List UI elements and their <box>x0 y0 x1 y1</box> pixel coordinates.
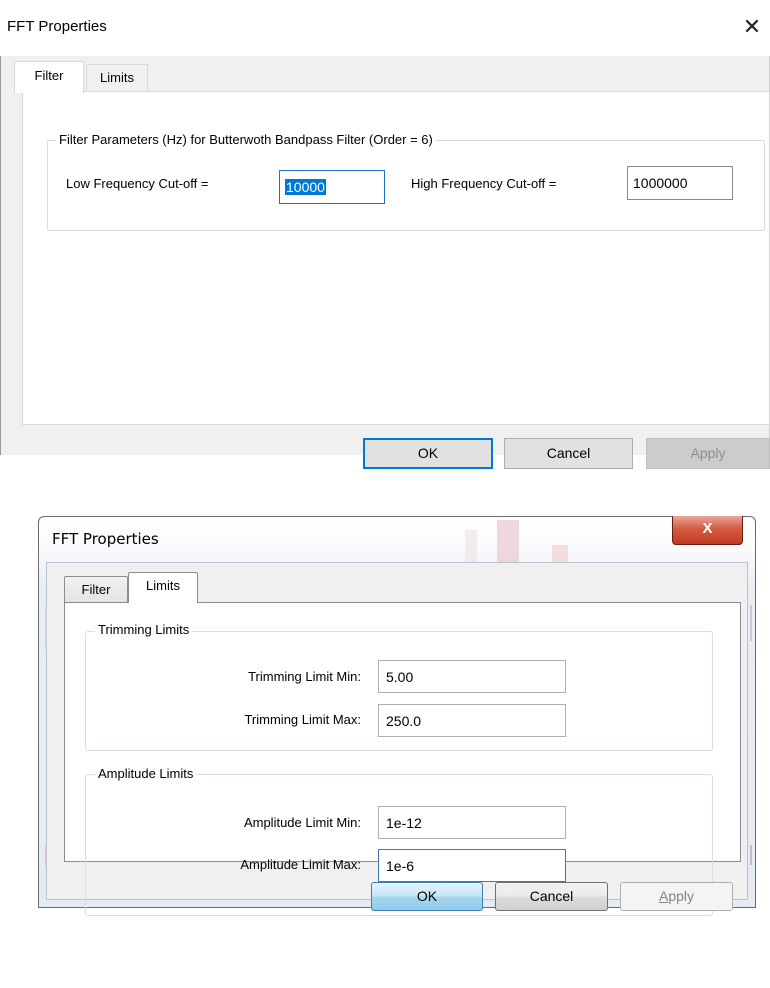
close-icon[interactable]: ✕ <box>737 12 767 42</box>
tab-filter[interactable]: Filter <box>64 576 128 602</box>
dialog-title: FFT Properties <box>52 530 159 548</box>
high-cutoff-label: High Frequency Cut-off = <box>411 176 557 191</box>
trimming-min-input[interactable]: 5.00 <box>378 660 566 693</box>
group-label: Filter Parameters (Hz) for Butterwoth Ba… <box>56 132 436 147</box>
trimming-max-label: Trimming Limit Max: <box>244 712 361 727</box>
frame-edge <box>750 845 752 865</box>
tab-filter[interactable]: Filter <box>14 61 84 93</box>
trimming-max-value: 250.0 <box>386 713 422 729</box>
low-cutoff-label: Low Frequency Cut-off = <box>66 176 209 191</box>
group-label: Amplitude Limits <box>95 766 197 781</box>
apply-mnemonic: A <box>658 888 669 904</box>
amplitude-min-value: 1e-12 <box>386 815 422 831</box>
high-cutoff-input[interactable]: 1000000 <box>627 166 733 200</box>
apply-label-rest: pply <box>668 888 695 904</box>
title-bar <box>0 0 770 56</box>
low-cutoff-value: 10000 <box>285 179 326 195</box>
trimming-min-label: Trimming Limit Min: <box>248 669 361 684</box>
tab-limits[interactable]: Limits <box>128 572 198 603</box>
frame-edge <box>750 605 752 641</box>
ok-button[interactable]: OK <box>363 438 493 469</box>
amplitude-max-input[interactable]: 1e-6 <box>378 849 566 882</box>
cancel-button[interactable]: Cancel <box>495 882 608 911</box>
background-blur <box>497 520 519 568</box>
frame-edge <box>45 606 47 650</box>
amplitude-max-label: Amplitude Limit Max: <box>240 857 361 872</box>
low-cutoff-input[interactable]: 10000 <box>279 170 385 204</box>
trimming-max-input[interactable]: 250.0 <box>378 704 566 737</box>
apply-button[interactable]: Apply <box>620 882 733 911</box>
amplitude-min-label: Amplitude Limit Min: <box>243 815 361 830</box>
high-cutoff-value: 1000000 <box>633 175 688 191</box>
amplitude-min-input[interactable]: 1e-12 <box>378 806 566 839</box>
cancel-button[interactable]: Cancel <box>504 438 633 469</box>
dialog-title: FFT Properties <box>7 18 107 35</box>
frame-edge <box>45 846 47 866</box>
amplitude-max-value: 1e-6 <box>386 858 415 874</box>
trimming-min-value: 5.00 <box>386 669 414 685</box>
group-label: Trimming Limits <box>95 622 193 637</box>
ok-button[interactable]: OK <box>371 882 483 911</box>
close-icon[interactable]: X <box>672 516 743 545</box>
tab-limits[interactable]: Limits <box>86 64 148 91</box>
apply-button[interactable]: Apply <box>646 438 770 469</box>
